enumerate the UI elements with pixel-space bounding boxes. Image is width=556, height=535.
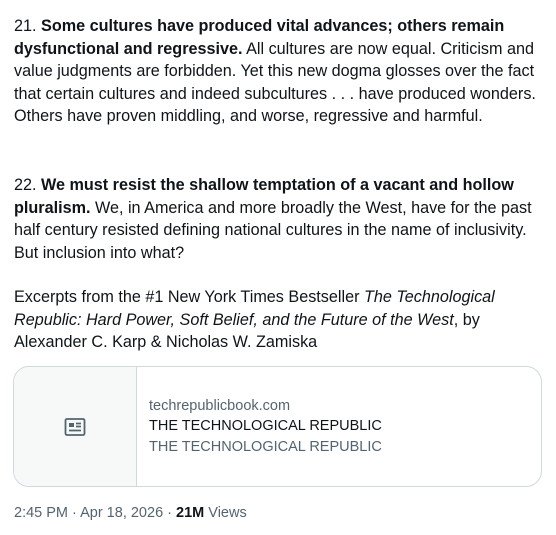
tweet-paragraph-21: 21. Some cultures have produced vital ad… (14, 15, 546, 128)
excerpt-intro: Excerpts from the #1 New York Times Best… (14, 288, 364, 306)
tweet-paragraph-excerpt: Excerpts from the #1 New York Times Best… (14, 286, 546, 354)
views-label: Views (204, 505, 247, 521)
tweet-paragraph-22: 22. We must resist the shallow temptatio… (14, 174, 546, 264)
link-preview-card[interactable]: techrepublicbook.com THE TECHNOLOGICAL R… (13, 366, 542, 487)
card-title: THE TECHNOLOGICAL REPUBLIC (149, 417, 382, 434)
card-description: THE TECHNOLOGICAL REPUBLIC (149, 438, 382, 455)
views-count[interactable]: 21M (176, 505, 204, 521)
meta-separator: · (163, 505, 177, 521)
item-number: 22. (14, 176, 42, 194)
card-info: techrepublicbook.com THE TECHNOLOGICAL R… (137, 367, 382, 486)
card-domain: techrepublicbook.com (149, 397, 291, 414)
tweet-meta: 2:45 PM · Apr 18, 2026 · 21M Views (14, 505, 247, 521)
item-number: 21. (14, 17, 42, 35)
article-icon (64, 417, 86, 436)
item-body: We, in America and more broadly the West… (14, 198, 532, 262)
tweet-date[interactable]: Apr 18, 2026 (80, 505, 163, 521)
card-thumbnail (14, 367, 137, 486)
meta-separator: · (68, 505, 81, 521)
tweet-time[interactable]: 2:45 PM (14, 505, 68, 521)
